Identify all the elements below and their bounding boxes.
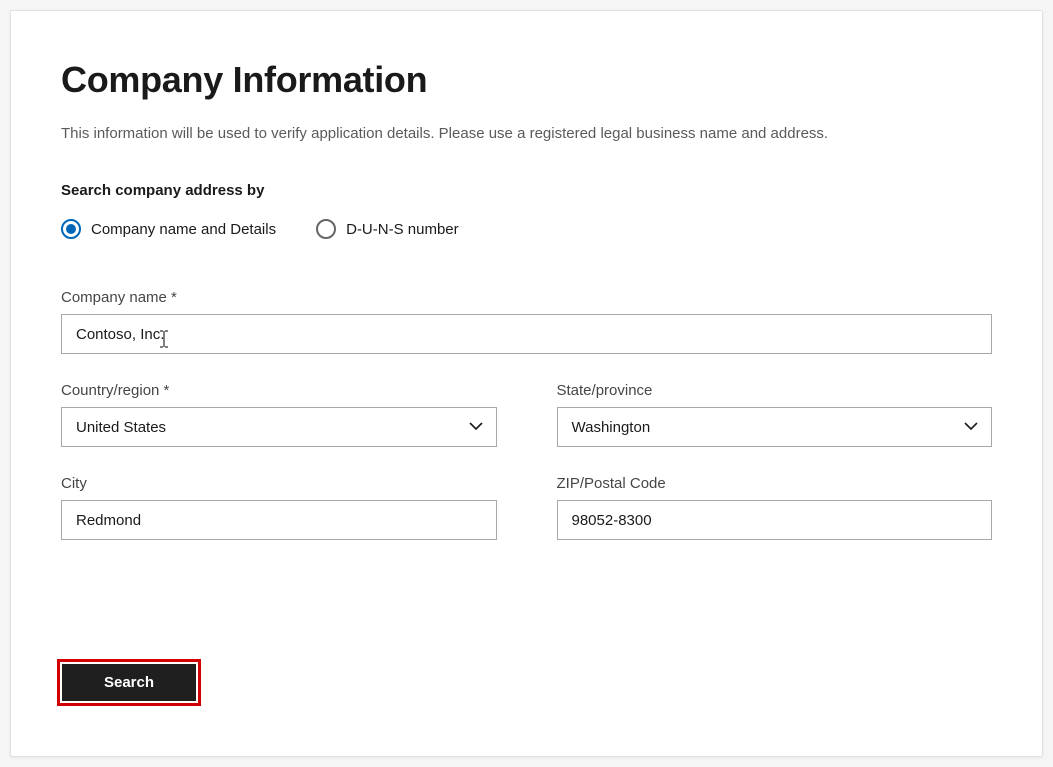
city-label: City (61, 475, 497, 492)
country-region-select[interactable]: United States (61, 407, 497, 447)
country-region-label: Country/region * (61, 382, 497, 399)
company-name-input[interactable] (61, 314, 992, 354)
company-name-label: Company name * (61, 289, 992, 306)
radio-duns-number[interactable]: D-U-N-S number (316, 219, 459, 239)
radio-label: D-U-N-S number (346, 221, 459, 238)
search-by-radio-group: Company name and Details D-U-N-S number (61, 219, 992, 239)
page-description: This information will be used to verify … (61, 123, 992, 144)
city-input[interactable] (61, 500, 497, 540)
zip-input[interactable] (557, 500, 993, 540)
radio-dot-icon (316, 219, 336, 239)
zip-label: ZIP/Postal Code (557, 475, 993, 492)
state-province-select[interactable]: Washington (557, 407, 993, 447)
radio-dot-icon (61, 219, 81, 239)
company-info-panel: Company Information This information wil… (10, 10, 1043, 757)
search-by-label: Search company address by (61, 182, 992, 199)
state-province-label: State/province (557, 382, 993, 399)
search-button-highlight: Search (57, 659, 201, 706)
radio-label: Company name and Details (91, 221, 276, 238)
page-title: Company Information (61, 59, 992, 101)
search-button[interactable]: Search (62, 664, 196, 701)
radio-company-name-details[interactable]: Company name and Details (61, 219, 276, 239)
